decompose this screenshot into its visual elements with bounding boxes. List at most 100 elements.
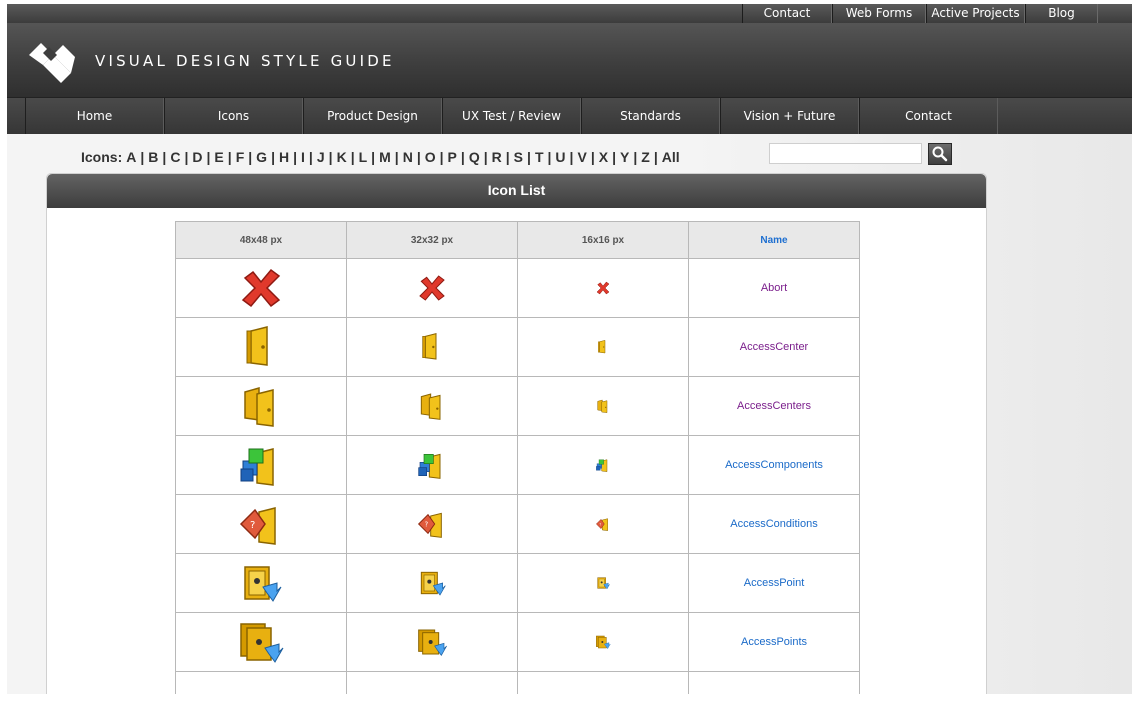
access-components-icon	[240, 448, 274, 486]
icon-name-link[interactable]: Abort	[688, 258, 860, 318]
nav-item-home[interactable]: Home	[25, 98, 164, 134]
icon-cell-48: ?	[175, 494, 347, 554]
icon-name-link[interactable]: AccessPoint	[688, 553, 860, 613]
nav-items: Home Icons Product Design UX Test / Review S…	[25, 98, 998, 135]
icon-name-link[interactable]: AccessPoints	[688, 612, 860, 672]
letter-link-all[interactable]: All	[662, 149, 680, 165]
letter-link-i[interactable]: I	[301, 149, 305, 165]
top-link-blog[interactable]: Blog	[1025, 4, 1098, 23]
icon-cell-16	[517, 553, 689, 613]
letter-separator: |	[293, 149, 298, 165]
top-link-contact[interactable]: Contact	[742, 4, 832, 23]
letter-separator: |	[527, 149, 531, 165]
letter-link-b[interactable]: B	[148, 149, 158, 165]
access-points-icon	[240, 623, 284, 663]
letter-link-t[interactable]: T	[535, 149, 544, 165]
icon-cell-48	[175, 435, 347, 495]
access-partial-icon	[237, 677, 285, 694]
table-row: Abort	[175, 258, 860, 318]
access-centers-icon	[597, 399, 608, 413]
site-header: VISUAL DESIGN STYLE GUIDE	[7, 23, 1132, 97]
letter-separator: |	[206, 149, 211, 165]
letter-link-h[interactable]: H	[279, 149, 289, 165]
search-button[interactable]	[928, 143, 952, 165]
header-32px: 32x32 px	[346, 221, 518, 259]
icon-cell-16	[517, 376, 689, 436]
letter-link-p[interactable]: P	[448, 149, 457, 165]
letter-separator: |	[569, 149, 574, 165]
icon-cell-48	[175, 376, 347, 436]
nav-item-contact[interactable]: Contact	[859, 98, 998, 134]
table-row: ??? AccessConditions	[175, 494, 860, 554]
icon-cell-48	[175, 612, 347, 672]
nav-item-product-design[interactable]: Product Design	[303, 98, 442, 134]
letter-link-e[interactable]: E	[214, 149, 223, 165]
letter-link-l[interactable]: L	[359, 149, 368, 165]
icon-cell-48	[175, 671, 347, 694]
access-center-icon	[598, 339, 606, 354]
brand-title[interactable]: VISUAL DESIGN STYLE GUIDE	[95, 52, 395, 70]
table-header-row: 48x48 px 32x32 px 16x16 px Name	[175, 221, 860, 259]
letter-link-j[interactable]: J	[317, 149, 325, 165]
icon-cell-32	[346, 553, 518, 613]
icon-list-panel: Icon List 48x48 px 32x32 px 16x16 px Nam…	[46, 173, 987, 694]
table-row: AccessPoint	[175, 553, 860, 613]
icon-cell-32	[346, 612, 518, 672]
access-points-icon	[596, 635, 611, 649]
nav-item-icons[interactable]: Icons	[164, 98, 303, 134]
svg-text:?: ?	[425, 521, 429, 529]
letter-link-g[interactable]: G	[256, 149, 267, 165]
top-link-web-forms[interactable]: Web Forms	[832, 4, 926, 23]
letter-link-q[interactable]: Q	[469, 149, 480, 165]
nav-item-vision-future[interactable]: Vision + Future	[720, 98, 859, 134]
letter-link-d[interactable]: D	[192, 149, 202, 165]
letter-separator: |	[505, 149, 510, 165]
letter-link-r[interactable]: R	[492, 149, 502, 165]
letter-separator: |	[350, 149, 355, 165]
icon-cell-48	[175, 258, 347, 318]
letter-link-k[interactable]: K	[337, 149, 347, 165]
letter-link-o[interactable]: O	[425, 149, 436, 165]
icon-cell-32	[346, 671, 518, 694]
letter-separator: |	[439, 149, 444, 165]
icon-cell-16	[517, 612, 689, 672]
letter-link-y[interactable]: Y	[620, 149, 629, 165]
access-centers-icon	[244, 387, 274, 427]
letter-link-m[interactable]: M	[379, 149, 391, 165]
search-input[interactable]	[769, 143, 922, 164]
icon-cell-16	[517, 258, 689, 318]
icon-name-link[interactable]: AccessCenter	[688, 317, 860, 377]
header-name[interactable]: Name	[688, 221, 860, 259]
letter-link-a[interactable]: A	[126, 149, 136, 165]
letter-separator: |	[653, 149, 658, 165]
icon-table: 48x48 px 32x32 px 16x16 px Name Abort Acc…	[175, 221, 860, 694]
nav-item-standards[interactable]: Standards	[581, 98, 720, 134]
icon-name-link[interactable]	[688, 671, 860, 694]
top-link-active-projects[interactable]: Active Projects	[926, 4, 1025, 23]
nav-item-ux-test-review[interactable]: UX Test / Review	[442, 98, 581, 134]
letter-separator: |	[248, 149, 253, 165]
letter-separator: |	[460, 149, 465, 165]
table-row: AccessComponents	[175, 435, 860, 495]
letter-link-z[interactable]: Z	[641, 149, 650, 165]
logo-icon[interactable]	[23, 35, 83, 85]
letter-link-s[interactable]: S	[514, 149, 523, 165]
letter-separator: |	[271, 149, 275, 165]
page: Contact Web Forms Active Projects Blog VISU…	[7, 4, 1132, 694]
icon-name-link[interactable]: AccessConditions	[688, 494, 860, 554]
abort-icon	[241, 268, 281, 308]
letter-link-f[interactable]: F	[236, 149, 245, 165]
main-nav: Home Icons Product Design UX Test / Review S…	[7, 97, 1132, 134]
icon-name-link[interactable]: AccessCenters	[688, 376, 860, 436]
letter-separator: |	[162, 149, 167, 165]
letter-link-n[interactable]: N	[403, 149, 413, 165]
access-partial-icon	[416, 685, 448, 694]
letter-link-c[interactable]: C	[170, 149, 180, 165]
access-centers-icon	[420, 393, 441, 420]
letter-separator: |	[547, 149, 552, 165]
letter-link-u[interactable]: U	[555, 149, 565, 165]
letter-link-v[interactable]: V	[577, 149, 586, 165]
icon-name-link[interactable]: AccessComponents	[688, 435, 860, 495]
table-row: AccessPoints	[175, 612, 860, 672]
letter-link-x[interactable]: X	[599, 149, 608, 165]
